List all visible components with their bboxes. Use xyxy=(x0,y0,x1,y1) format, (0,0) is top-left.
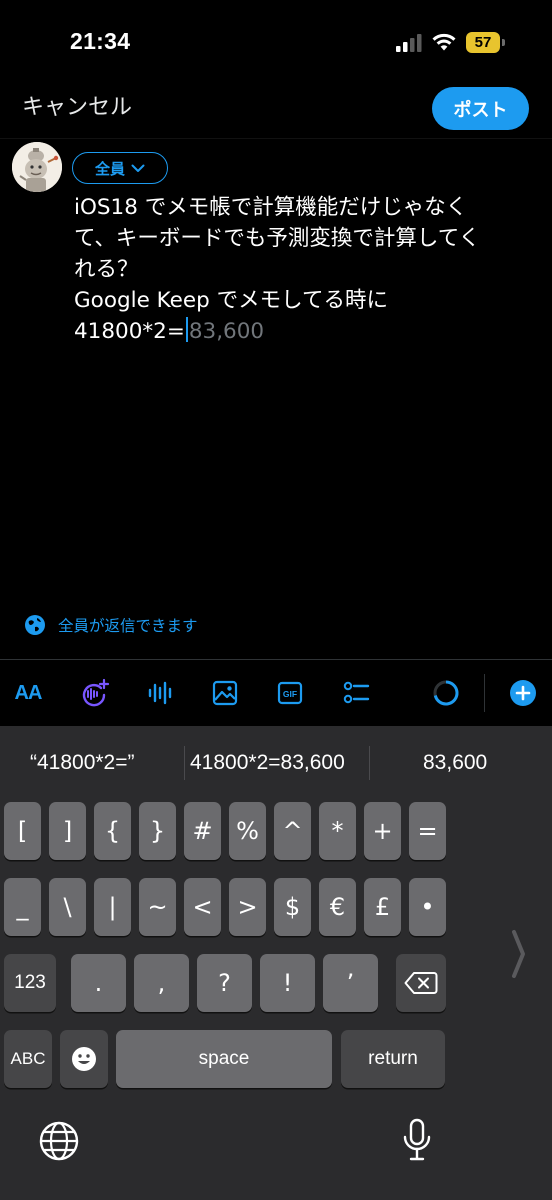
key-exclamation[interactable]: ! xyxy=(260,954,315,1012)
microphone-icon[interactable] xyxy=(402,1118,432,1164)
text-caret xyxy=(185,317,188,342)
chevron-down-icon xyxy=(131,164,145,172)
battery-cap xyxy=(502,39,505,46)
char-count-ring xyxy=(430,677,462,709)
compose-line: Google Keep でメモしてる時に xyxy=(74,288,388,313)
avatar[interactable] xyxy=(12,142,62,192)
key-hash[interactable]: # xyxy=(184,802,221,860)
backspace-icon xyxy=(404,972,438,994)
add-post-icon xyxy=(510,680,536,706)
key-bracket-right[interactable]: ] xyxy=(49,802,86,860)
audience-selector[interactable]: 全員 xyxy=(72,152,168,184)
prediction-expression[interactable]: 41800*2=83,600 xyxy=(190,746,368,780)
key-period[interactable]: . xyxy=(71,954,126,1012)
key-backslash[interactable]: \ xyxy=(49,878,86,936)
keyboard: “41800*2=” 41800*2=83,600 83,600 [ ] { }… xyxy=(0,726,552,1200)
poll-icon xyxy=(343,681,370,704)
status-bar: 21:34 57 xyxy=(0,0,552,86)
image-icon xyxy=(212,680,238,706)
battery-level: 57 xyxy=(466,32,500,53)
typed-expression: 41800*2= xyxy=(74,319,185,344)
compose-toolbar: AA GIF xyxy=(0,660,552,726)
chevron-right-icon[interactable] xyxy=(506,924,530,984)
prediction-separator xyxy=(184,746,185,780)
gif-icon: GIF xyxy=(277,681,303,705)
char-count-ring-icon xyxy=(433,680,459,706)
key-less-than[interactable]: < xyxy=(184,878,221,936)
key-dollar[interactable]: $ xyxy=(274,878,311,936)
key-plus[interactable]: + xyxy=(364,802,401,860)
status-time: 21:34 xyxy=(70,28,131,54)
add-post-button[interactable] xyxy=(507,677,539,709)
key-question[interactable]: ? xyxy=(197,954,252,1012)
compose-line: て、キーボードでも予測変換で計算してく xyxy=(74,226,481,251)
prediction-separator xyxy=(369,746,370,780)
key-apostrophe[interactable]: ’ xyxy=(323,954,378,1012)
cancel-button[interactable]: キャンセル xyxy=(22,92,132,124)
prediction-quoted[interactable]: “41800*2=” xyxy=(30,746,178,780)
globe-icon[interactable] xyxy=(38,1120,80,1162)
key-brace-right[interactable]: } xyxy=(139,802,176,860)
key-pound[interactable]: £ xyxy=(364,878,401,936)
voice-button[interactable] xyxy=(144,677,176,709)
space-key[interactable]: space xyxy=(116,1030,332,1088)
key-asterisk[interactable]: * xyxy=(319,802,356,860)
globe-reply-icon xyxy=(25,615,45,635)
audience-label: 全員 xyxy=(94,159,125,178)
header-divider xyxy=(0,138,552,139)
key-greater-than[interactable]: > xyxy=(229,878,266,936)
text-style-icon: AA xyxy=(14,681,43,704)
return-key[interactable]: return xyxy=(341,1030,445,1088)
image-button[interactable] xyxy=(209,677,241,709)
emoji-icon xyxy=(72,1047,96,1071)
reply-setting[interactable]: 全員が返信できます xyxy=(24,613,198,637)
text-style-button[interactable]: AA xyxy=(12,677,44,709)
abc-key[interactable]: ABC xyxy=(4,1030,52,1088)
voice-icon xyxy=(148,681,172,705)
key-caret[interactable]: ^ xyxy=(274,802,311,860)
post-button[interactable]: ポスト xyxy=(432,87,529,130)
key-tilde[interactable]: ~ xyxy=(139,878,176,936)
prediction-result[interactable]: 83,600 xyxy=(423,746,533,780)
key-pipe[interactable]: | xyxy=(94,878,131,936)
compose-textarea[interactable]: iOS18 でメモ帳で計算機能だけじゃなく て、キーボードでも予測変換で計算して… xyxy=(74,192,534,347)
prediction-bar: “41800*2=” 41800*2=83,600 83,600 xyxy=(0,726,552,800)
compose-line: iOS18 でメモ帳で計算機能だけじゃなく xyxy=(74,195,468,220)
emoji-key[interactable] xyxy=(60,1030,108,1088)
compose-post-screen: 21:34 57 キャンセル ポスト 全員 iOS18 でメモ帳で計算機能だけじ… xyxy=(0,0,552,1200)
avatar-image xyxy=(12,142,62,192)
key-bracket-left[interactable]: [ xyxy=(4,802,41,860)
compose-line: れる？ xyxy=(74,257,139,282)
poll-button[interactable] xyxy=(340,677,372,709)
wifi-icon xyxy=(432,33,456,51)
grok-icon xyxy=(82,678,110,707)
key-equals[interactable]: = xyxy=(409,802,446,860)
toolbar-separator xyxy=(484,674,485,712)
key-brace-left[interactable]: { xyxy=(94,802,131,860)
inline-suggestion[interactable]: 83,600 xyxy=(189,319,264,344)
delete-key[interactable] xyxy=(396,954,446,1012)
cellular-signal-icon xyxy=(396,34,422,52)
gif-button[interactable]: GIF xyxy=(274,677,306,709)
key-percent[interactable]: % xyxy=(229,802,266,860)
reply-setting-label: 全員が返信できます xyxy=(58,617,198,635)
key-comma[interactable]: , xyxy=(134,954,189,1012)
gif-label: GIF xyxy=(283,689,297,699)
grok-button[interactable] xyxy=(78,677,110,709)
typed-line: 41800*2= 83,600 xyxy=(74,316,534,347)
key-underscore[interactable]: _ xyxy=(4,878,41,936)
key-euro[interactable]: € xyxy=(319,878,356,936)
numbers-key[interactable]: 123 xyxy=(4,954,56,1012)
battery-indicator: 57 xyxy=(466,32,506,53)
key-bullet[interactable]: • xyxy=(409,878,446,936)
